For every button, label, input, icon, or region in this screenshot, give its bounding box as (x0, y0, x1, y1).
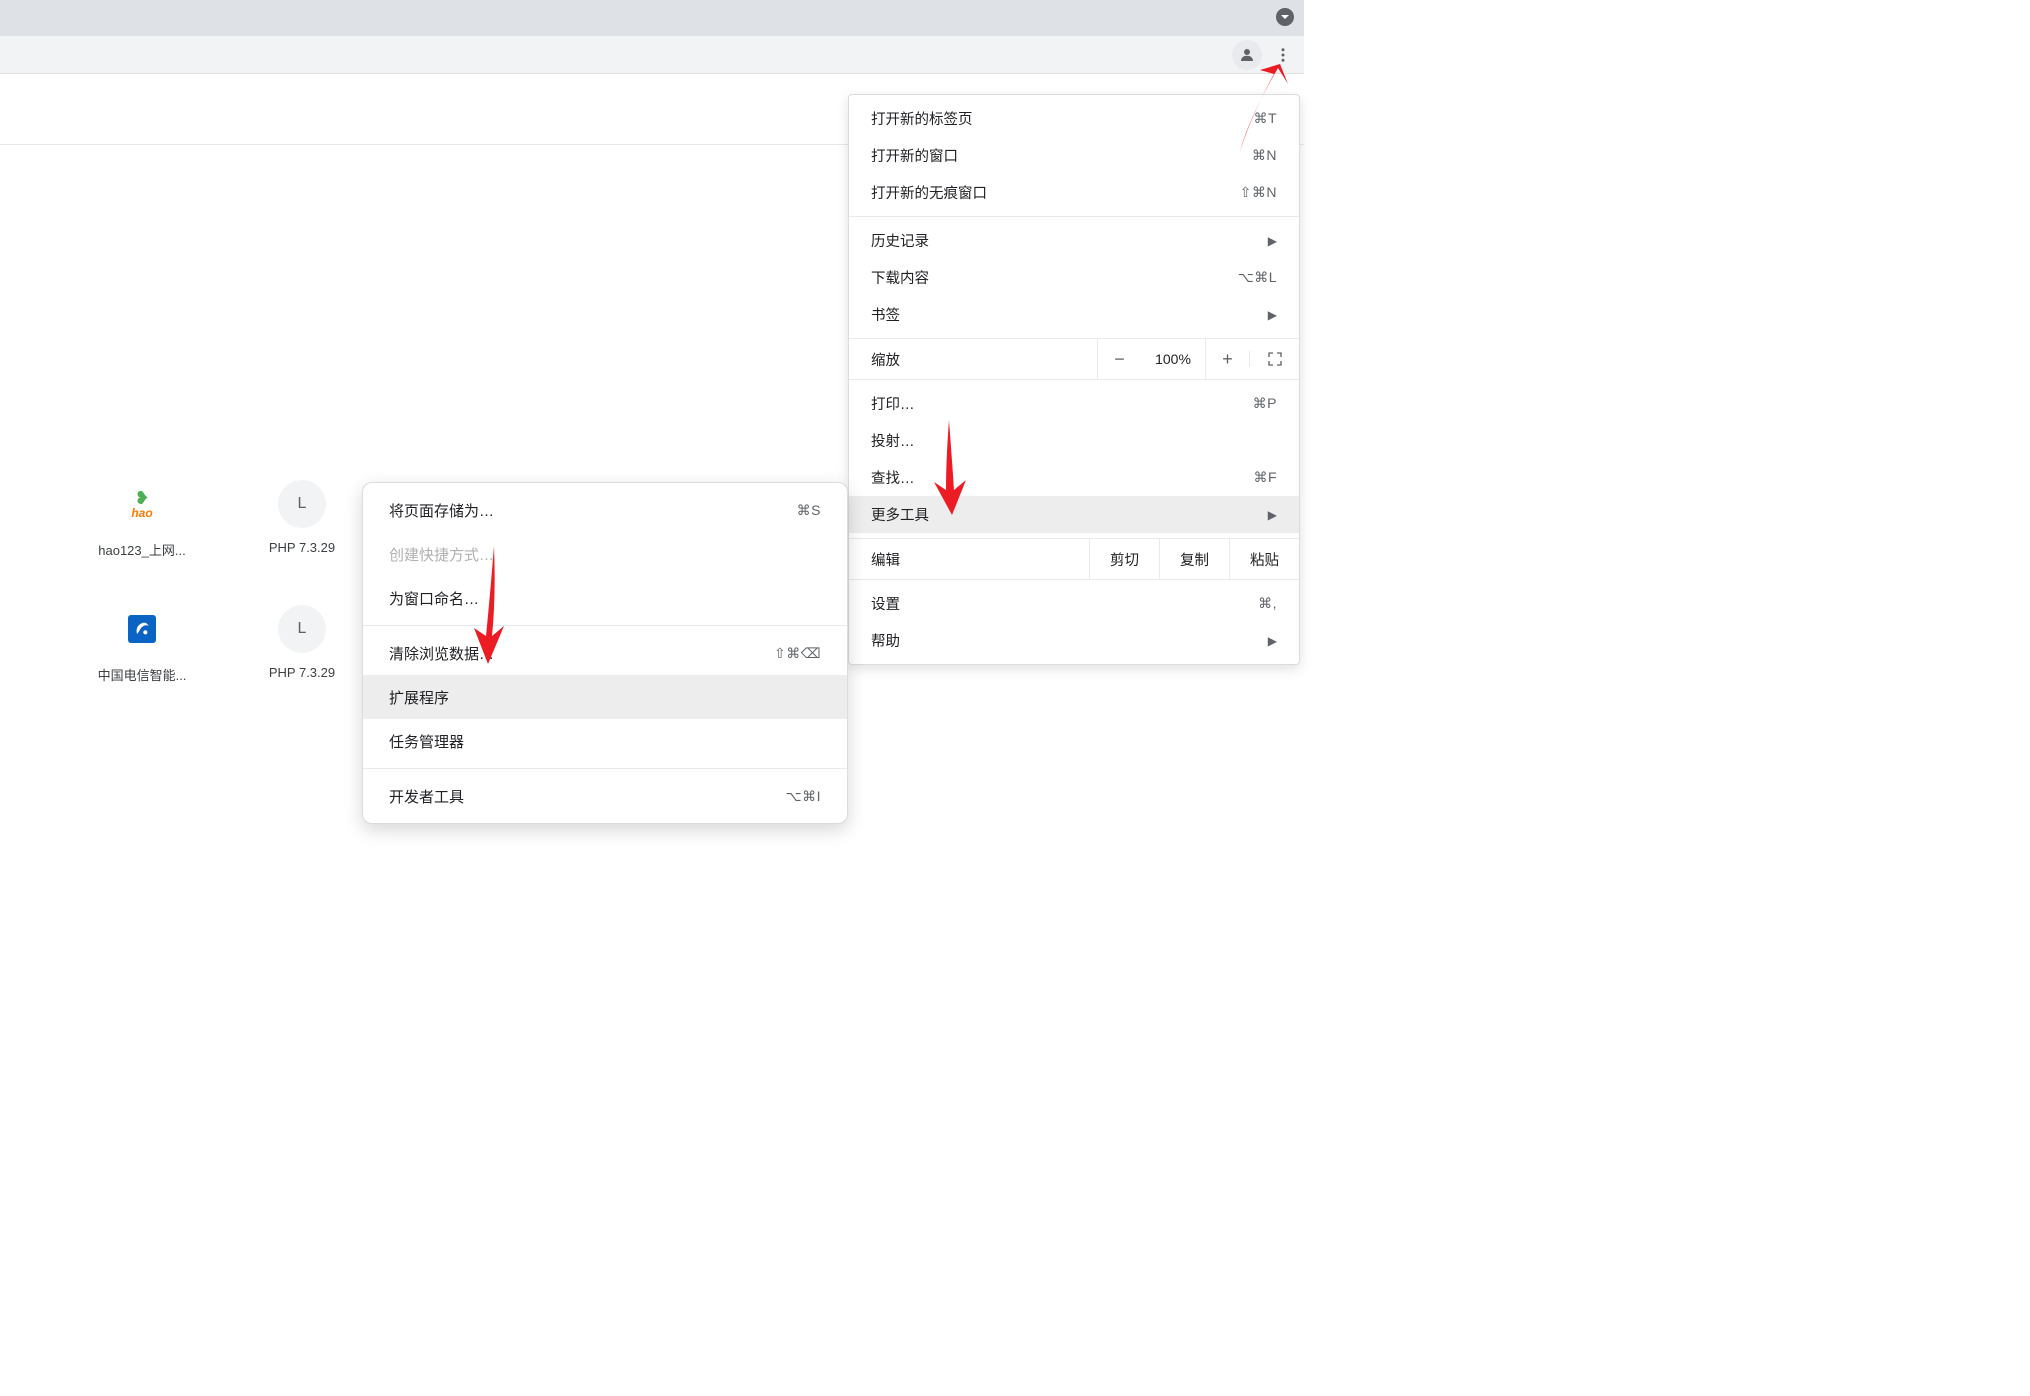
more-menu-button[interactable] (1268, 40, 1298, 70)
menu-label: 打开新的无痕窗口 (871, 182, 987, 203)
shortcut-label: PHP 7.3.29 (269, 665, 335, 680)
menu-label: 创建快捷方式… (389, 544, 494, 565)
menu-label: 历史记录 (871, 230, 929, 251)
shortcut-label: PHP 7.3.29 (269, 540, 335, 555)
menu-new-tab[interactable]: 打开新的标签页 ⌘T (849, 100, 1299, 137)
menu-shortcut: ⌘, (1258, 595, 1277, 612)
menu-shortcut: ⌘F (1253, 469, 1277, 486)
edit-paste-button[interactable]: 粘贴 (1229, 539, 1299, 579)
menu-label: 书签 (871, 304, 900, 325)
menu-downloads[interactable]: 下载内容 ⌥⌘L (849, 259, 1299, 296)
shortcut-php-1[interactable]: L PHP 7.3.29 (252, 480, 352, 559)
menu-label: 将页面存储为… (389, 500, 494, 521)
edit-copy-button[interactable]: 复制 (1159, 539, 1229, 579)
menu-new-incognito[interactable]: 打开新的无痕窗口 ⇧⌘N (849, 174, 1299, 211)
titlebar (0, 0, 1304, 36)
menu-label: 为窗口命名… (389, 588, 479, 609)
menu-shortcut: ⌥⌘L (1238, 269, 1277, 286)
letter-icon: L (278, 605, 326, 653)
submenu-extensions[interactable]: 扩展程序 (363, 675, 847, 719)
shortcut-telecom[interactable]: 中国电信智能... (92, 605, 192, 684)
menu-label: 更多工具 (871, 504, 929, 525)
menu-label: 设置 (871, 593, 900, 614)
zoom-in-button[interactable]: + (1205, 339, 1249, 379)
menu-shortcut: ⇧⌘⌫ (774, 645, 821, 662)
menu-new-window[interactable]: 打开新的窗口 ⌘N (849, 137, 1299, 174)
menu-label: 投射… (871, 430, 915, 451)
menu-shortcut: ⌘N (1252, 147, 1277, 164)
menu-label: 帮助 (871, 630, 900, 651)
menu-shortcut: ⇧⌘N (1240, 184, 1277, 201)
menu-label: 任务管理器 (389, 731, 464, 752)
shortcuts-grid: ❥ hao hao123_上网... L PHP 7.3.29 中国电信智能..… (92, 480, 352, 684)
submenu-arrow-icon: ▶ (1268, 508, 1277, 522)
shortcut-label: 中国电信智能... (98, 665, 187, 684)
titlebar-dropdown-icon[interactable] (1276, 8, 1294, 26)
shortcut-php-2[interactable]: L PHP 7.3.29 (252, 605, 352, 684)
menu-print[interactable]: 打印… ⌘P (849, 385, 1299, 422)
submenu-arrow-icon: ▶ (1268, 634, 1277, 648)
submenu-name-window[interactable]: 为窗口命名… (363, 576, 847, 620)
menu-label: 打开新的标签页 (871, 108, 973, 129)
zoom-value: 100% (1141, 351, 1205, 367)
menu-shortcut: ⌥⌘I (785, 788, 821, 805)
submenu-save-page[interactable]: 将页面存储为… ⌘S (363, 488, 847, 532)
menu-shortcut: ⌘S (797, 502, 821, 519)
menu-label: 开发者工具 (389, 786, 464, 807)
menu-label: 打开新的窗口 (871, 145, 958, 166)
shortcut-hao123[interactable]: ❥ hao hao123_上网... (92, 480, 192, 559)
menu-cast[interactable]: 投射… (849, 422, 1299, 459)
menu-label: 打印… (871, 393, 915, 414)
menu-more-tools[interactable]: 更多工具 ▶ (849, 496, 1299, 533)
edit-cut-button[interactable]: 剪切 (1089, 539, 1159, 579)
fullscreen-button[interactable] (1249, 351, 1299, 367)
hao123-icon: ❥ hao (118, 480, 166, 528)
menu-label: 扩展程序 (389, 687, 449, 708)
submenu-clear-data[interactable]: 清除浏览数据… ⇧⌘⌫ (363, 631, 847, 675)
menu-shortcut: ⌘T (1253, 110, 1277, 127)
letter-icon: L (278, 480, 326, 528)
submenu-task-manager[interactable]: 任务管理器 (363, 719, 847, 763)
menu-edit-row: 编辑 剪切 复制 粘贴 (849, 539, 1299, 579)
menu-settings[interactable]: 设置 ⌘, (849, 585, 1299, 622)
submenu-arrow-icon: ▶ (1268, 234, 1277, 248)
menu-label: 查找… (871, 467, 915, 488)
menu-shortcut: ⌘P (1253, 395, 1277, 412)
shortcut-label: hao123_上网... (98, 540, 185, 559)
toolbar (0, 36, 1304, 74)
chrome-main-menu: 打开新的标签页 ⌘T 打开新的窗口 ⌘N 打开新的无痕窗口 ⇧⌘N 历史记录 ▶… (848, 94, 1300, 665)
profile-button[interactable] (1232, 40, 1262, 70)
menu-label: 下载内容 (871, 267, 929, 288)
submenu-arrow-icon: ▶ (1268, 308, 1277, 322)
submenu-create-shortcut: 创建快捷方式… (363, 532, 847, 576)
menu-find[interactable]: 查找… ⌘F (849, 459, 1299, 496)
zoom-label: 缩放 (849, 349, 1097, 370)
menu-help[interactable]: 帮助 ▶ (849, 622, 1299, 659)
zoom-out-button[interactable]: − (1097, 339, 1141, 379)
submenu-dev-tools[interactable]: 开发者工具 ⌥⌘I (363, 774, 847, 818)
menu-label: 清除浏览数据… (389, 643, 494, 664)
menu-zoom-row: 缩放 − 100% + (849, 339, 1299, 379)
telecom-icon (118, 605, 166, 653)
edit-label: 编辑 (849, 549, 1089, 570)
menu-history[interactable]: 历史记录 ▶ (849, 222, 1299, 259)
more-tools-submenu: 将页面存储为… ⌘S 创建快捷方式… 为窗口命名… 清除浏览数据… ⇧⌘⌫ 扩展… (362, 482, 848, 824)
menu-bookmarks[interactable]: 书签 ▶ (849, 296, 1299, 333)
